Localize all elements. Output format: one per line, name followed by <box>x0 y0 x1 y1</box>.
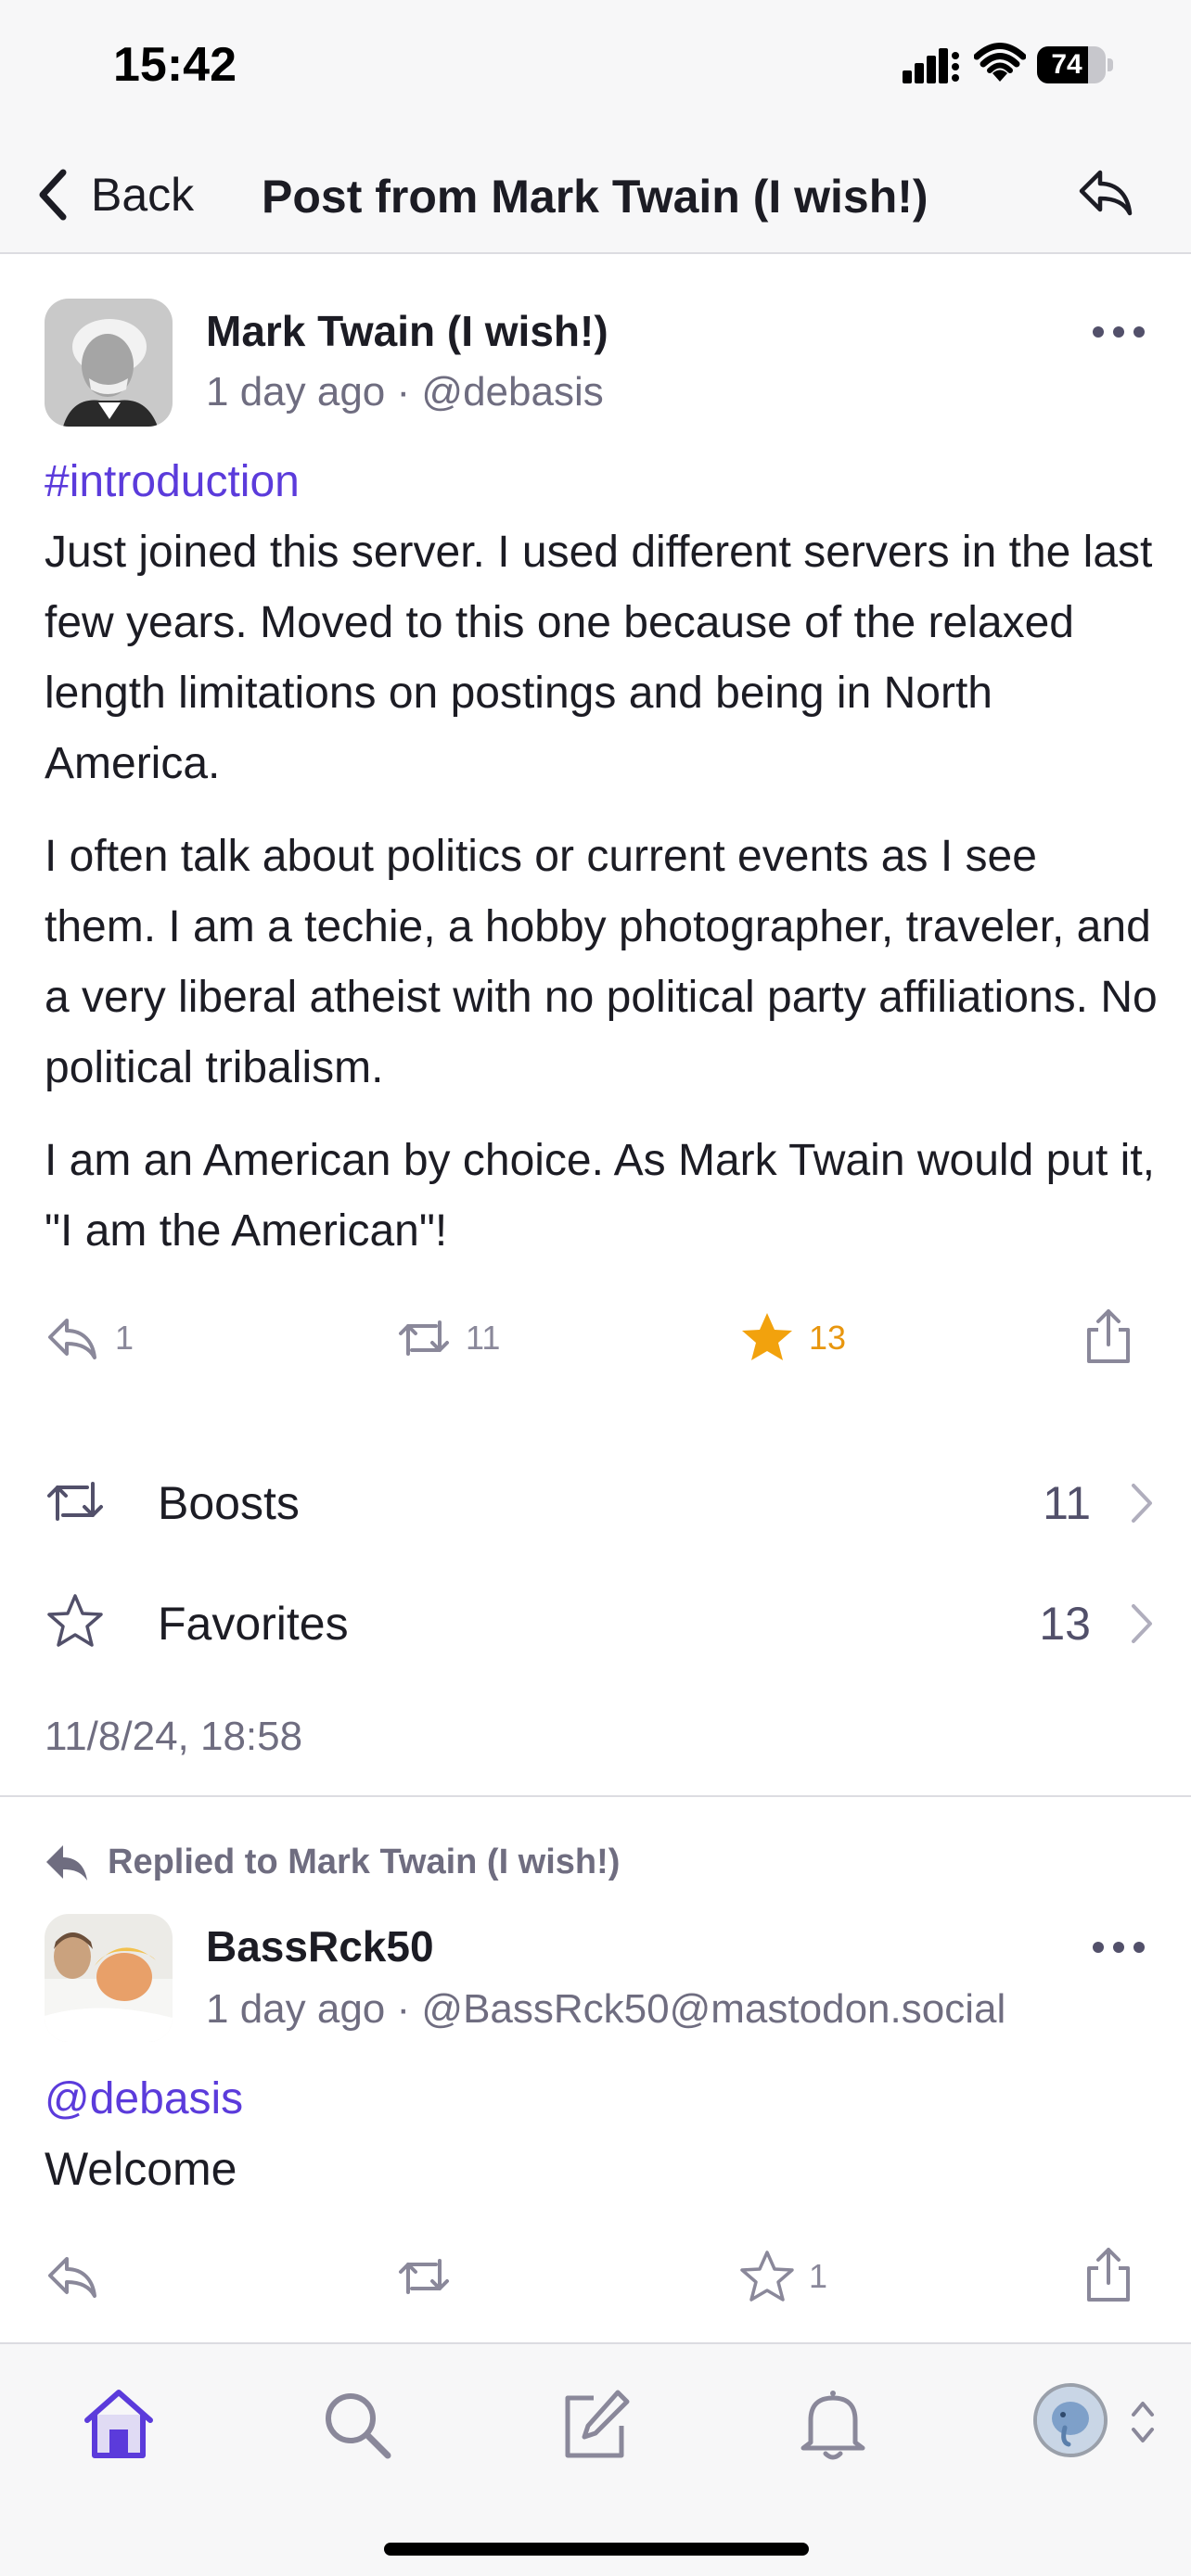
favorite-button[interactable]: 13 <box>738 1309 846 1367</box>
favorite-count: 1 <box>809 2257 828 2295</box>
bell-icon[interactable] <box>794 2385 872 2463</box>
account-switch-icon[interactable] <box>1126 2392 1159 2452</box>
reply-icon[interactable] <box>1076 163 1135 223</box>
meta-separator: · <box>396 1986 422 2032</box>
favorites-row[interactable]: Favorites 13 <box>45 1571 1158 1673</box>
cellular-signal-icon <box>903 48 959 83</box>
reply-button[interactable] <box>45 2248 102 2305</box>
author-name[interactable]: Mark Twain (I wish!) <box>206 306 608 356</box>
battery-icon: 74 <box>1037 46 1113 83</box>
search-icon[interactable] <box>317 2385 395 2463</box>
back-button[interactable]: Back <box>33 158 194 232</box>
chevron-left-icon <box>39 169 67 221</box>
reply-author-name[interactable]: BassRck50 <box>206 1921 434 1971</box>
author-handle[interactable]: @debasis <box>421 369 603 414</box>
page-title: Post from Mark Twain (I wish!) <box>262 171 928 223</box>
tab-bar <box>0 2342 1191 2576</box>
battery-level: 74 <box>1051 49 1082 80</box>
post-time-ago: 1 day ago <box>206 369 386 414</box>
reply-count: 1 <box>115 1319 134 1357</box>
author-avatar[interactable] <box>45 299 173 427</box>
reply-context[interactable]: Replied to Mark Twain (I wish!) <box>45 1842 620 1882</box>
reply-button[interactable]: 1 <box>45 1309 134 1367</box>
share-button[interactable] <box>1080 1307 1137 1365</box>
status-bar: 15:42 74 <box>0 0 1191 139</box>
favorites-count: 13 <box>1039 1598 1091 1650</box>
star-filled-icon <box>742 1313 792 1360</box>
boost-button[interactable] <box>395 2248 453 2305</box>
chevron-right-icon <box>1132 1484 1152 1523</box>
reply-meta: 1 day ago · @BassRck50@mastodon.social <box>206 1986 1005 2033</box>
post-paragraph: Just joined this server. I used differen… <box>45 528 1153 788</box>
more-options-icon[interactable] <box>1091 325 1146 339</box>
boost-icon <box>399 1320 449 1356</box>
reply-context-label: Replied to Mark Twain (I wish!) <box>108 1842 621 1881</box>
share-icon <box>1087 2248 1130 2302</box>
star-icon <box>47 1594 103 1647</box>
star-icon <box>740 2251 794 2302</box>
reply-icon <box>48 1319 96 1359</box>
boost-count: 11 <box>466 1319 501 1357</box>
reply-author-avatar[interactable] <box>45 1914 173 2042</box>
boosts-count: 11 <box>1043 1477 1091 1529</box>
boost-button[interactable]: 11 <box>395 1309 500 1367</box>
divider <box>0 1795 1191 1797</box>
reply-filled-icon <box>46 1845 87 1881</box>
favorites-label: Favorites <box>158 1598 349 1650</box>
reply-icon <box>48 2257 96 2298</box>
favorite-count: 13 <box>809 1319 847 1357</box>
home-indicator <box>384 2543 809 2556</box>
wifi-icon <box>974 43 1026 82</box>
compose-icon[interactable] <box>557 2385 634 2463</box>
post-paragraph: I often talk about politics or current e… <box>45 832 1158 1092</box>
back-label: Back <box>91 169 195 221</box>
boosts-label: Boosts <box>158 1477 300 1529</box>
more-options-icon[interactable] <box>1091 1940 1146 1955</box>
boost-icon <box>47 1482 103 1521</box>
reply-author-handle[interactable]: @BassRck50@mastodon.social <box>421 1986 1005 2032</box>
post-paragraph: I am an American by choice. As Mark Twai… <box>45 1136 1155 1256</box>
hashtag-link[interactable]: #introduction <box>45 456 300 507</box>
chevron-right-icon <box>1132 1604 1152 1643</box>
share-icon <box>1087 1309 1130 1363</box>
post-meta: 1 day ago · @debasis <box>206 369 604 415</box>
reply-text: Welcome <box>45 2143 237 2195</box>
reply-time-ago: 1 day ago <box>206 1986 386 2032</box>
profile-avatar[interactable] <box>1033 2383 1108 2457</box>
boost-icon <box>399 2259 449 2294</box>
status-time: 15:42 <box>113 38 237 92</box>
post-date: 11/8/24, 18:58 <box>45 1714 303 1759</box>
boosts-row[interactable]: Boosts 11 <box>45 1450 1158 1552</box>
home-icon[interactable] <box>80 2385 158 2463</box>
navigation-bar: Back Post from Mark Twain (I wish!) <box>0 139 1191 254</box>
mention-link[interactable]: @debasis <box>45 2073 243 2124</box>
favorite-button[interactable]: 1 <box>738 2248 827 2305</box>
meta-separator: · <box>396 369 422 414</box>
share-button[interactable] <box>1080 2246 1137 2303</box>
